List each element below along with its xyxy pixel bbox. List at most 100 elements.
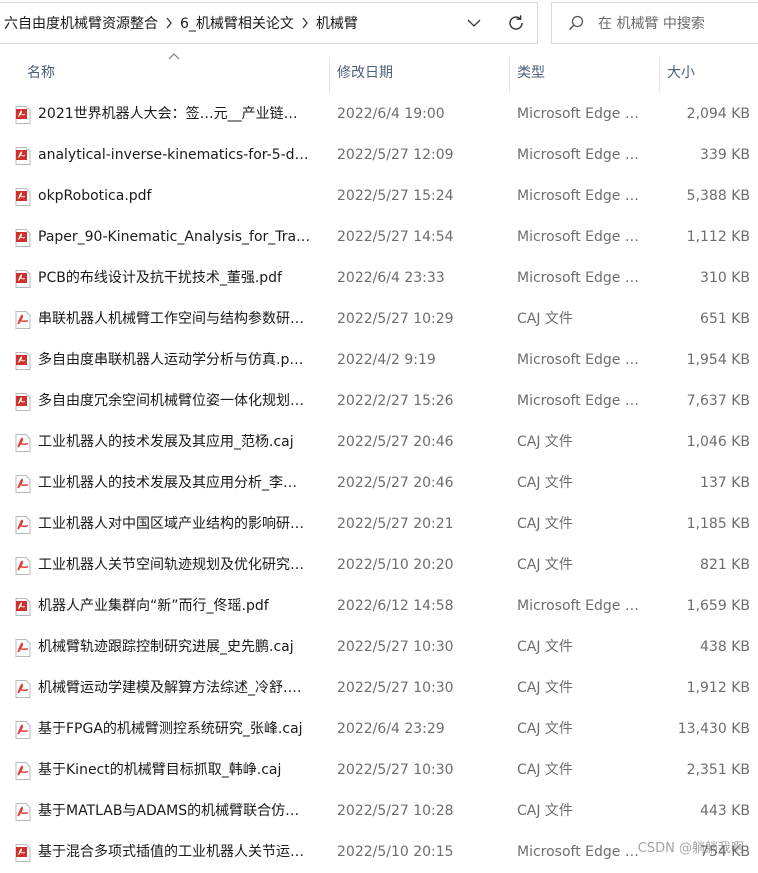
file-row[interactable]: 多自由度冗余空间机械臂位姿一体化规划… 2022/2/27 15:26 Micros…	[0, 381, 758, 422]
file-date: 2022/4/2 9:19	[337, 352, 436, 368]
pdf-file-icon	[15, 188, 31, 206]
file-row[interactable]: 机械臂运动学建模及解算方法综述_冷舒.… 2022/5/27 10:30 CAJ 文…	[0, 668, 758, 709]
file-row[interactable]: 基于Kinect的机械臂目标抓取_韩峥.caj 2022/5/27 10:30 CA…	[0, 750, 758, 791]
file-name[interactable]: 基于MATLAB与ADAMS的机械臂联合仿…	[38, 791, 299, 832]
file-size: 1,954 KB	[686, 352, 750, 368]
search-box[interactable]: 在 机械臂 中搜索	[551, 2, 758, 44]
file-name[interactable]: okpRobotica.pdf	[38, 176, 151, 217]
breadcrumb-item-root[interactable]: 六自由度机械臂资源整合	[4, 13, 158, 33]
file-name[interactable]: 工业机器人对中国区域产业结构的影响研…	[38, 504, 304, 545]
file-size: 821 KB	[700, 557, 750, 573]
file-size: 339 KB	[700, 147, 750, 163]
column-divider[interactable]	[659, 58, 660, 92]
file-date: 2022/5/27 10:30	[337, 680, 454, 696]
file-size: 5,388 KB	[686, 188, 750, 204]
file-name[interactable]: analytical-inverse-kinematics-for-5-d…	[38, 135, 309, 176]
caj-file-icon	[15, 803, 31, 821]
chevron-right-icon[interactable]	[158, 17, 180, 29]
file-name[interactable]: 工业机器人关节空间轨迹规划及优化研究…	[38, 545, 304, 586]
file-date: 2022/5/27 10:30	[337, 639, 454, 655]
file-date: 2022/6/4 23:29	[337, 721, 445, 737]
file-row[interactable]: 多自由度串联机器人运动学分析与仿真.p… 2022/4/2 9:19 Microso…	[0, 340, 758, 381]
chevron-right-icon[interactable]	[294, 17, 316, 29]
file-row[interactable]: 工业机器人对中国区域产业结构的影响研… 2022/5/27 20:21 CAJ 文件…	[0, 504, 758, 545]
file-type: CAJ 文件	[517, 680, 573, 696]
history-dropdown-button[interactable]	[453, 3, 495, 43]
file-name[interactable]: 基于混合多项式插值的工业机器人关节运…	[38, 832, 304, 873]
file-name[interactable]: 工业机器人的技术发展及其应用_范杨.caj	[38, 422, 294, 463]
pdf-file-icon	[15, 393, 31, 411]
file-row[interactable]: okpRobotica.pdf 2022/5/27 15:24 Microsoft …	[0, 176, 758, 217]
file-name[interactable]: 工业机器人的技术发展及其应用分析_李…	[38, 463, 297, 504]
pdf-file-icon	[15, 106, 31, 124]
file-row[interactable]: 机器人产业集群向“新”而行_佟瑶.pdf 2022/6/12 14:58 Micro…	[0, 586, 758, 627]
file-name[interactable]: 机械臂运动学建模及解算方法综述_冷舒.…	[38, 668, 301, 709]
refresh-button[interactable]	[495, 3, 537, 43]
file-row[interactable]: 工业机器人关节空间轨迹规划及优化研究… 2022/5/10 20:20 CAJ 文件…	[0, 545, 758, 586]
file-size: 2,094 KB	[686, 106, 750, 122]
watermark: CSDN @躺躺我啊	[637, 841, 744, 856]
file-size: 1,912 KB	[686, 680, 750, 696]
file-size: 1,046 KB	[686, 434, 750, 450]
file-date: 2022/6/12 14:58	[337, 598, 454, 614]
file-type: CAJ 文件	[517, 557, 573, 573]
file-row[interactable]: 基于FPGA的机械臂测控系统研究_张峰.caj 2022/6/4 23:29 CAJ…	[0, 709, 758, 750]
column-divider[interactable]	[329, 58, 330, 92]
caj-file-icon	[15, 762, 31, 780]
file-row[interactable]: 基于MATLAB与ADAMS的机械臂联合仿… 2022/5/27 10:28 CAJ…	[0, 791, 758, 832]
column-type[interactable]: 类型	[517, 52, 545, 92]
sort-ascending-icon	[168, 53, 180, 60]
file-size: 137 KB	[700, 475, 750, 491]
file-type: Microsoft Edge …	[517, 844, 639, 860]
search-input[interactable]: 在 机械臂 中搜索	[598, 13, 705, 33]
column-name[interactable]: 名称	[27, 52, 55, 92]
file-row[interactable]: 2021世界机器人大会：签…元__产业链… 2022/6/4 19:00 Micro…	[0, 94, 758, 135]
file-row[interactable]: 串联机器人机械臂工作空间与结构参数研… 2022/5/27 10:29 CAJ 文件…	[0, 299, 758, 340]
file-type: Microsoft Edge …	[517, 188, 639, 204]
file-size: 1,659 KB	[686, 598, 750, 614]
pdf-file-icon	[15, 147, 31, 165]
address-bar[interactable]: 六自由度机械臂资源整合 6_机械臂相关论文 机械臂	[0, 2, 538, 44]
caj-file-icon	[15, 680, 31, 698]
breadcrumb-item-current[interactable]: 机械臂	[316, 13, 358, 33]
file-date: 2022/2/27 15:26	[337, 393, 454, 409]
file-row[interactable]: 工业机器人的技术发展及其应用_范杨.caj 2022/5/27 20:46 CAJ …	[0, 422, 758, 463]
file-name[interactable]: 多自由度串联机器人运动学分析与仿真.p…	[38, 340, 303, 381]
file-name[interactable]: Paper_90-Kinematic_Analysis_for_Tra…	[38, 217, 310, 258]
pdf-file-icon	[15, 844, 31, 862]
file-name[interactable]: 机械臂轨迹跟踪控制研究进展_史先鹏.caj	[38, 627, 294, 668]
file-row[interactable]: analytical-inverse-kinematics-for-5-d… 20…	[0, 135, 758, 176]
file-row[interactable]: 机械臂轨迹跟踪控制研究进展_史先鹏.caj 2022/5/27 10:30 CAJ …	[0, 627, 758, 668]
file-row[interactable]: Paper_90-Kinematic_Analysis_for_Tra… 2022…	[0, 217, 758, 258]
top-bar: 六自由度机械臂资源整合 6_机械臂相关论文 机械臂 在 机械臂 中搜索	[0, 0, 758, 46]
file-name[interactable]: 基于Kinect的机械臂目标抓取_韩峥.caj	[38, 750, 281, 791]
file-name[interactable]: 基于FPGA的机械臂测控系统研究_张峰.caj	[38, 709, 303, 750]
file-size: 651 KB	[700, 311, 750, 327]
file-date: 2022/5/27 20:46	[337, 434, 454, 450]
file-date: 2022/6/4 19:00	[337, 106, 445, 122]
file-size: 2,351 KB	[686, 762, 750, 778]
caj-file-icon	[15, 311, 31, 329]
file-name[interactable]: PCB的布线设计及抗干扰技术_董强.pdf	[38, 258, 282, 299]
file-name[interactable]: 机器人产业集群向“新”而行_佟瑶.pdf	[38, 586, 269, 627]
column-date[interactable]: 修改日期	[337, 52, 393, 92]
breadcrumb: 六自由度机械臂资源整合 6_机械臂相关论文 机械臂	[0, 3, 453, 43]
column-divider[interactable]	[509, 58, 510, 92]
breadcrumb-item-papers[interactable]: 6_机械臂相关论文	[180, 13, 294, 33]
file-type: Microsoft Edge …	[517, 229, 639, 245]
file-row[interactable]: PCB的布线设计及抗干扰技术_董强.pdf 2022/6/4 23:33 Micro…	[0, 258, 758, 299]
file-list: 2021世界机器人大会：签…元__产业链… 2022/6/4 19:00 Micro…	[0, 94, 758, 873]
file-date: 2022/5/27 20:21	[337, 516, 454, 532]
file-name[interactable]: 串联机器人机械臂工作空间与结构参数研…	[38, 299, 304, 340]
pdf-file-icon	[15, 229, 31, 247]
file-type: Microsoft Edge …	[517, 270, 639, 286]
column-size[interactable]: 大小	[667, 52, 695, 92]
file-type: CAJ 文件	[517, 311, 573, 327]
file-name[interactable]: 多自由度冗余空间机械臂位姿一体化规划…	[38, 381, 304, 422]
pdf-file-icon	[15, 352, 31, 370]
pdf-file-icon	[15, 598, 31, 616]
file-name[interactable]: 2021世界机器人大会：签…元__产业链…	[38, 94, 298, 135]
file-date: 2022/5/10 20:20	[337, 557, 454, 573]
file-date: 2022/5/27 10:30	[337, 762, 454, 778]
file-row[interactable]: 工业机器人的技术发展及其应用分析_李… 2022/5/27 20:46 CAJ 文件…	[0, 463, 758, 504]
